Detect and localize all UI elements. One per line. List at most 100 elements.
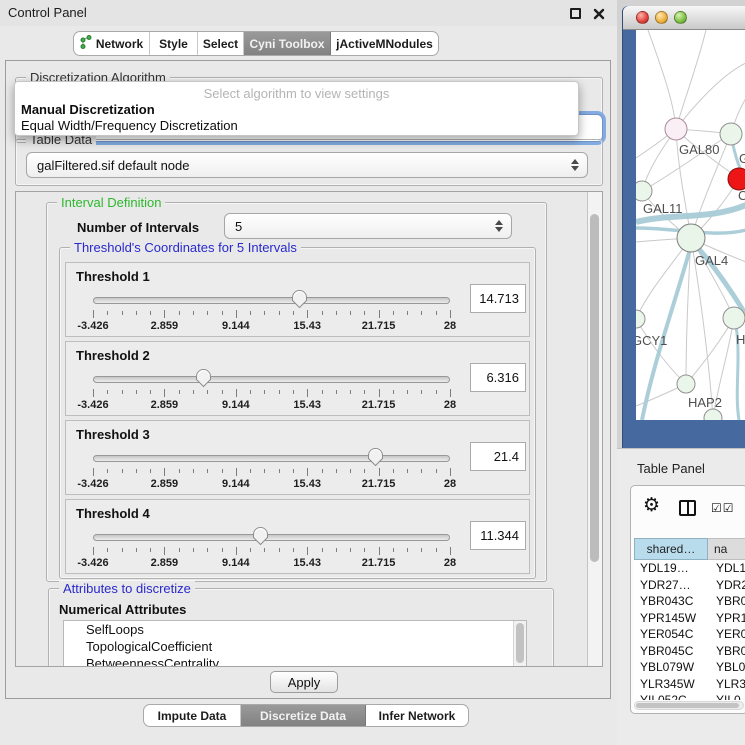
tick-mark bbox=[279, 548, 280, 552]
tab-impute-data[interactable]: Impute Data bbox=[144, 705, 241, 726]
tick-mark bbox=[364, 469, 365, 473]
slider-thumb[interactable] bbox=[252, 526, 269, 546]
tick-label: 2.859 bbox=[151, 399, 179, 411]
threshold-value-input[interactable] bbox=[470, 521, 526, 550]
threshold-value-input[interactable] bbox=[470, 363, 526, 392]
control-panel-title: Control Panel bbox=[8, 5, 87, 20]
slider-track[interactable] bbox=[93, 297, 450, 304]
tick-mark bbox=[207, 390, 208, 394]
network-node[interactable] bbox=[728, 168, 745, 190]
tick-mark bbox=[421, 469, 422, 473]
threshold-value-input[interactable] bbox=[470, 442, 526, 471]
network-canvas[interactable]: GAL80GACGAL11GAL4GCY1HHAP2 bbox=[636, 30, 745, 420]
table-row[interactable]: YLR345WYLR3 bbox=[634, 676, 745, 693]
tab-network[interactable]: Network bbox=[74, 32, 150, 55]
table-row[interactable]: YDL19…YDL1 bbox=[634, 560, 745, 577]
network-node[interactable] bbox=[636, 310, 645, 328]
interval-definition-title: Interval Definition bbox=[57, 195, 165, 210]
gear-icon[interactable]: ⚙ bbox=[643, 496, 660, 515]
tab-select[interactable]: Select bbox=[198, 32, 244, 55]
zoom-traffic-light-icon[interactable] bbox=[674, 11, 687, 24]
number-of-intervals-label: Number of Intervals bbox=[77, 220, 199, 235]
settings-scrollbar-thumb[interactable] bbox=[590, 214, 599, 562]
tab-label: Discretize Data bbox=[260, 709, 346, 723]
tick-mark bbox=[450, 310, 451, 318]
attributes-list-scrollbar-thumb[interactable] bbox=[516, 623, 524, 663]
attribute-item-betweennesscentrality[interactable]: BetweennessCentrality bbox=[64, 655, 526, 667]
table-row[interactable]: YPR145WYPR1 bbox=[634, 610, 745, 627]
interval-definition-group: Interval Definition Number of Intervals … bbox=[46, 202, 547, 582]
attribute-item-topologicalcoefficient[interactable]: TopologicalCoefficient bbox=[64, 638, 526, 655]
tick-mark bbox=[336, 548, 337, 552]
slider-thumb[interactable] bbox=[291, 289, 308, 309]
slider-track[interactable] bbox=[93, 534, 450, 541]
tick-mark bbox=[436, 469, 437, 473]
table-cell: YIL052C bbox=[634, 692, 708, 700]
tick-mark bbox=[236, 389, 237, 397]
thresholds-group: Threshold's Coordinates for 5 Intervals … bbox=[59, 247, 536, 579]
tick-mark bbox=[222, 390, 223, 394]
tab-jactivemnodules[interactable]: jActiveMNodules bbox=[331, 32, 438, 55]
float-window-icon[interactable] bbox=[570, 8, 581, 19]
control-panel-body: Discretization Algorithm Select algorith… bbox=[5, 60, 611, 699]
settings-vertical-scrollbar[interactable] bbox=[587, 192, 602, 666]
table-column-header-2[interactable]: na bbox=[708, 538, 745, 560]
apply-button[interactable]: Apply bbox=[270, 671, 338, 693]
threshold-slider: -3.4262.8599.14415.4321.71528 bbox=[93, 367, 450, 413]
tick-mark bbox=[122, 311, 123, 315]
network-node[interactable] bbox=[636, 181, 652, 201]
network-node[interactable] bbox=[677, 224, 705, 252]
tab-cyni-toolbox[interactable]: Cyni Toolbox bbox=[244, 32, 331, 55]
tick-mark bbox=[250, 390, 251, 394]
tick-label: 15.43 bbox=[293, 557, 321, 569]
slider-track[interactable] bbox=[93, 455, 450, 462]
table-row[interactable]: YBL079WYBL0 bbox=[634, 659, 745, 676]
table-row[interactable]: YBR045CYBR0 bbox=[634, 643, 745, 660]
table-row[interactable]: YDR27…YDR2 bbox=[634, 577, 745, 594]
tick-mark bbox=[222, 469, 223, 473]
table-cell: YBR045C bbox=[634, 643, 708, 660]
table-header: shared…na bbox=[634, 538, 745, 560]
algorithm-option-manual-discretization[interactable]: Manual Discretization bbox=[21, 102, 155, 117]
network-node[interactable] bbox=[723, 307, 745, 329]
network-window-titlebar bbox=[623, 6, 745, 30]
select-columns-icon[interactable]: ☑☑ bbox=[711, 501, 735, 515]
table-row[interactable]: YER054CYER0 bbox=[634, 626, 745, 643]
algorithm-option-equal-width-frequency-discretization[interactable]: Equal Width/Frequency Discretization bbox=[21, 118, 238, 133]
table-row[interactable]: YIL052CYIL0 bbox=[634, 692, 745, 700]
slider-track[interactable] bbox=[93, 376, 450, 383]
network-node[interactable] bbox=[677, 375, 695, 393]
tick-mark bbox=[107, 390, 108, 394]
network-node-label: GAL4 bbox=[695, 253, 728, 268]
network-node[interactable] bbox=[720, 123, 742, 145]
tab-discretize-data[interactable]: Discretize Data bbox=[241, 705, 366, 726]
attributes-list-scrollbar[interactable] bbox=[513, 621, 526, 667]
network-graph: GAL80GACGAL11GAL4GCY1HHAP2 bbox=[636, 30, 745, 420]
numerical-attributes-list[interactable]: SelfLoopsTopologicalCoefficientBetweenne… bbox=[63, 620, 527, 667]
slider-thumb[interactable] bbox=[195, 368, 212, 388]
tab-style[interactable]: Style bbox=[150, 32, 198, 55]
tick-mark bbox=[279, 390, 280, 394]
tab-label: Impute Data bbox=[158, 709, 227, 723]
table-data-combobox[interactable]: galFiltered.sif default node bbox=[26, 152, 588, 178]
minimize-traffic-light-icon[interactable] bbox=[655, 11, 668, 24]
close-icon[interactable] bbox=[593, 7, 605, 19]
slider-thumb[interactable] bbox=[367, 447, 384, 467]
network-edge bbox=[676, 30, 706, 129]
threshold-value-input[interactable] bbox=[470, 284, 526, 313]
table-row[interactable]: YBR043CYBR0 bbox=[634, 593, 745, 610]
network-node-label: GA bbox=[739, 151, 745, 166]
network-node[interactable] bbox=[704, 409, 722, 420]
tick-mark bbox=[93, 547, 94, 555]
split-pane-icon[interactable] bbox=[679, 500, 696, 516]
number-of-intervals-combobox[interactable]: 5 bbox=[224, 213, 512, 239]
threshold-label: Threshold 3 bbox=[76, 427, 150, 442]
table-horizontal-scrollbar[interactable] bbox=[634, 701, 744, 710]
close-traffic-light-icon[interactable] bbox=[636, 11, 649, 24]
table-hscroll-thumb[interactable] bbox=[636, 703, 739, 708]
table-column-header-1[interactable]: shared… bbox=[634, 538, 708, 560]
network-node[interactable] bbox=[665, 118, 687, 140]
tab-infer-network[interactable]: Infer Network bbox=[366, 705, 468, 726]
attribute-item-selfloops[interactable]: SelfLoops bbox=[64, 621, 526, 638]
tick-mark bbox=[322, 390, 323, 394]
